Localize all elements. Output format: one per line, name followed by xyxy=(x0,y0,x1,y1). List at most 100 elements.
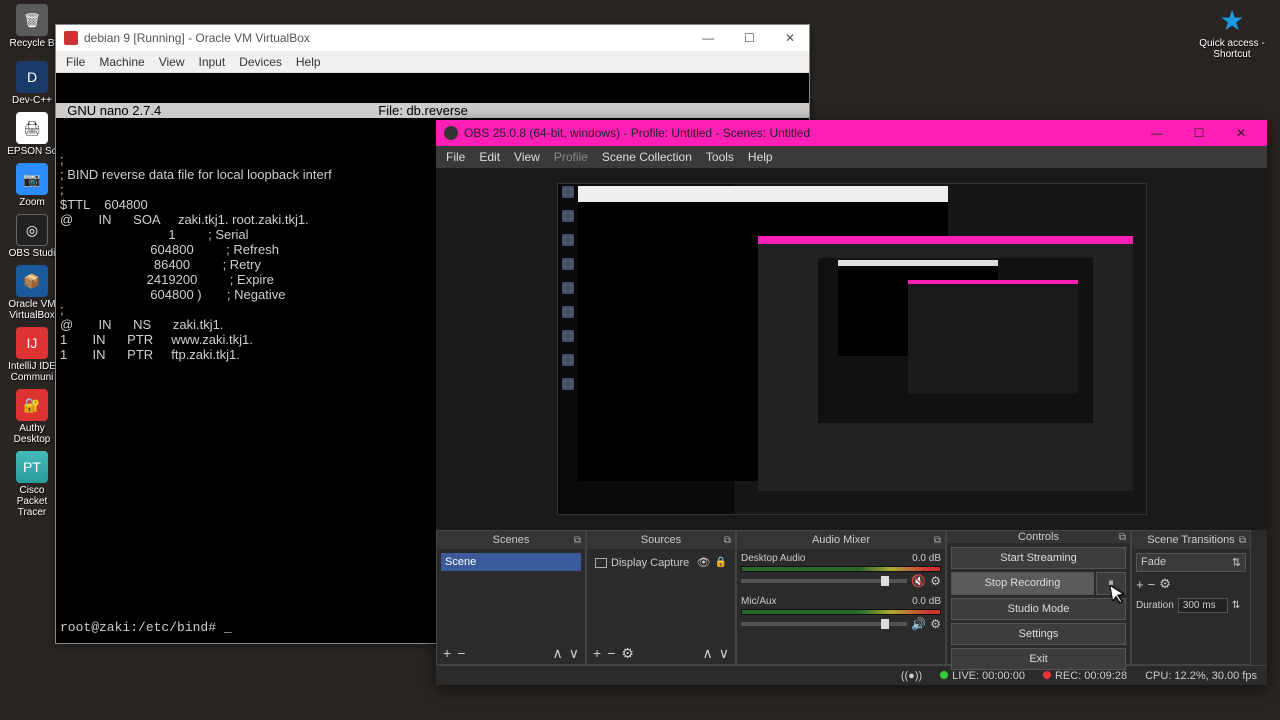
menu-edit[interactable]: Edit xyxy=(479,150,500,164)
audio-channel-desktop: Desktop Audio0.0 dB 🔇 ⚙ xyxy=(741,553,941,588)
add-transition-button[interactable]: + xyxy=(1136,577,1144,592)
terminal-prompt: root@zaki:/etc/bind# _ xyxy=(60,620,232,635)
close-button[interactable]: ✕ xyxy=(779,29,801,47)
source-item[interactable]: Display Capture 👁 🔒 xyxy=(591,553,731,572)
menu-profile[interactable]: Profile xyxy=(554,150,588,164)
obs-icon[interactable]: ◎OBS Studi xyxy=(4,214,60,259)
scenes-panel: Scenes ⧉ Scene + − ∧ ∨ xyxy=(436,530,586,665)
menu-machine[interactable]: Machine xyxy=(99,55,144,69)
menu-devices[interactable]: Devices xyxy=(239,55,282,69)
intellij-icon[interactable]: IJIntelliJ IDE Communi xyxy=(4,327,60,383)
popout-icon[interactable]: ⧉ xyxy=(934,535,941,546)
level-meter xyxy=(741,566,941,572)
popout-icon[interactable]: ⧉ xyxy=(1119,532,1126,543)
minimize-button[interactable]: — xyxy=(696,29,720,47)
stream-status-icon: ((●)) xyxy=(901,670,922,682)
obs-menubar: File Edit View Profile Scene Collection … xyxy=(436,146,1267,168)
quick-access-icon[interactable]: ★Quick access - Shortcut xyxy=(1192,4,1272,60)
vbox-icon[interactable]: 📦Oracle VM VirtualBox xyxy=(4,265,60,321)
move-down-button[interactable]: ∨ xyxy=(719,645,729,662)
menu-view[interactable]: View xyxy=(514,150,540,164)
channel-name: Mic/Aux xyxy=(741,596,777,607)
menu-file[interactable]: File xyxy=(446,150,465,164)
duration-input[interactable]: 300 ms xyxy=(1178,598,1228,613)
obs-titlebar[interactable]: OBS 25.0.8 (64-bit, windows) - Profile: … xyxy=(436,120,1267,146)
vbox-titlebar[interactable]: debian 9 [Running] - Oracle VM VirtualBo… xyxy=(56,25,809,51)
source-label: Display Capture xyxy=(611,557,689,569)
level-meter xyxy=(741,609,941,615)
menu-input[interactable]: Input xyxy=(199,55,226,69)
channel-db: 0.0 dB xyxy=(912,596,941,607)
maximize-button[interactable]: ☐ xyxy=(738,29,761,47)
properties-button[interactable]: ⚙ xyxy=(621,645,634,662)
add-button[interactable]: + xyxy=(593,645,601,661)
move-down-button[interactable]: ∨ xyxy=(569,645,579,662)
transition-select[interactable]: Fade⇅ xyxy=(1136,553,1246,572)
transitions-title: Scene Transitions xyxy=(1147,534,1234,546)
remove-button[interactable]: − xyxy=(457,645,465,661)
obs-statusbar: ((●)) LIVE: 00:00:00 REC: 00:09:28 CPU: … xyxy=(436,665,1267,685)
nano-filename: File: db.reverse xyxy=(378,103,468,118)
display-icon xyxy=(595,558,607,568)
add-button[interactable]: + xyxy=(443,645,451,661)
menu-help[interactable]: Help xyxy=(296,55,321,69)
nano-version: GNU nano 2.7.4 xyxy=(60,103,161,118)
minimize-button[interactable]: — xyxy=(1139,122,1175,144)
menu-tools[interactable]: Tools xyxy=(706,150,734,164)
preview-area[interactable] xyxy=(436,168,1267,530)
visibility-toggle[interactable]: 👁 xyxy=(697,556,711,569)
maximize-button[interactable]: ☐ xyxy=(1181,122,1217,144)
menu-scene-collection[interactable]: Scene Collection xyxy=(602,150,692,164)
volume-slider[interactable] xyxy=(741,579,907,583)
scene-item[interactable]: Scene xyxy=(441,553,581,571)
obs-panels: Scenes ⧉ Scene + − ∧ ∨ Sources ⧉ Display C… xyxy=(436,530,1267,665)
chevron-updown-icon: ⇅ xyxy=(1232,556,1241,569)
devcpp-icon[interactable]: DDev-C++ xyxy=(4,61,60,106)
lock-toggle[interactable]: 🔒 xyxy=(715,557,727,568)
cpu-status: CPU: 12.2%, 30.00 fps xyxy=(1145,670,1257,682)
epson-icon[interactable]: 🖨EPSON Sc xyxy=(4,112,60,157)
studio-mode-button[interactable]: Studio Mode xyxy=(951,598,1126,620)
gear-icon[interactable]: ⚙ xyxy=(930,574,941,588)
menu-view[interactable]: View xyxy=(159,55,185,69)
popout-icon[interactable]: ⧉ xyxy=(1239,535,1246,546)
pause-recording-button[interactable]: ⏸ xyxy=(1096,572,1126,595)
audio-channel-mic: Mic/Aux 0.0 dB 🔊 ⚙ xyxy=(741,596,941,631)
stop-recording-button[interactable]: Stop Recording xyxy=(951,572,1094,595)
sources-panel: Sources ⧉ Display Capture 👁 🔒 + − ⚙ ∧ ∨ xyxy=(586,530,736,665)
volume-slider[interactable] xyxy=(741,622,907,626)
obs-window: OBS 25.0.8 (64-bit, windows) - Profile: … xyxy=(436,120,1267,685)
duration-label: Duration xyxy=(1136,600,1174,611)
popout-icon[interactable]: ⧉ xyxy=(724,535,731,546)
vbox-app-icon xyxy=(64,31,78,45)
authy-icon[interactable]: 🔐Authy Desktop xyxy=(4,389,60,445)
mute-button[interactable]: 🔊 xyxy=(911,617,926,631)
menu-help[interactable]: Help xyxy=(748,150,773,164)
recycle-bin-icon[interactable]: 🗑Recycle B xyxy=(4,4,60,49)
start-streaming-button[interactable]: Start Streaming xyxy=(951,547,1126,569)
gear-icon[interactable]: ⚙ xyxy=(930,617,941,631)
popout-icon[interactable]: ⧉ xyxy=(574,535,581,546)
move-up-button[interactable]: ∧ xyxy=(553,645,563,662)
transition-settings-button[interactable]: ⚙ xyxy=(1159,576,1171,592)
menu-file[interactable]: File xyxy=(66,55,85,69)
mute-button[interactable]: 🔇 xyxy=(911,574,926,588)
channel-name: Desktop Audio xyxy=(741,553,806,564)
audio-mixer-panel: Audio Mixer⧉ Desktop Audio0.0 dB 🔇 ⚙ Mic… xyxy=(736,530,946,665)
move-up-button[interactable]: ∧ xyxy=(703,645,713,662)
desktop-icons-right: ★Quick access - Shortcut xyxy=(1192,4,1272,60)
settings-button[interactable]: Settings xyxy=(951,623,1126,645)
packet-tracer-icon[interactable]: PTCisco Packet Tracer xyxy=(4,451,60,518)
zoom-icon[interactable]: 📷Zoom xyxy=(4,163,60,208)
desktop-icons-left: 🗑Recycle B DDev-C++ 🖨EPSON Sc 📷Zoom ◎OBS… xyxy=(4,4,60,518)
controls-title: Controls xyxy=(1018,531,1059,543)
sources-title: Sources xyxy=(641,534,681,546)
exit-button[interactable]: Exit xyxy=(951,648,1126,670)
scenes-title: Scenes xyxy=(493,534,530,546)
vbox-title-text: debian 9 [Running] - Oracle VM VirtualBo… xyxy=(84,31,310,45)
remove-transition-button[interactable]: − xyxy=(1148,577,1156,592)
vbox-menubar: File Machine View Input Devices Help xyxy=(56,51,809,73)
duration-stepper[interactable]: ⇅ xyxy=(1232,600,1240,611)
remove-button[interactable]: − xyxy=(607,645,615,661)
close-button[interactable]: ✕ xyxy=(1223,122,1259,144)
